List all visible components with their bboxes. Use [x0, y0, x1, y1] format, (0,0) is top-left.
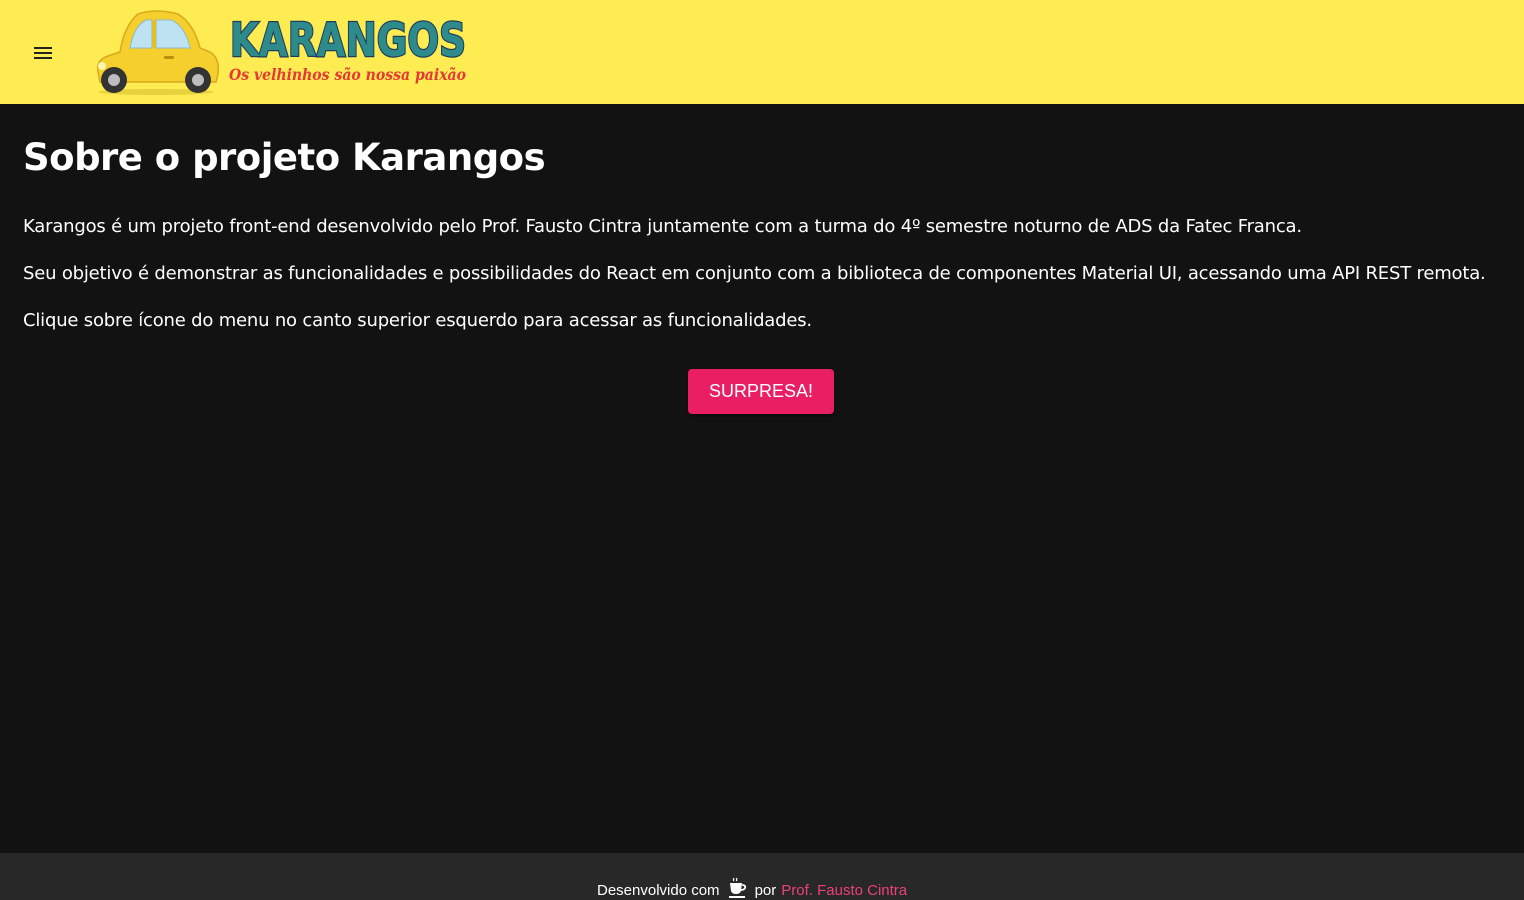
- footer-by: por: [754, 882, 777, 899]
- author-link[interactable]: Prof. Fausto Cintra: [781, 882, 907, 899]
- brand-text: KARANGOS: [230, 13, 466, 67]
- footer: Desenvolvido com por Prof. Fausto Cintra: [0, 853, 1524, 900]
- footer-prefix: Desenvolvido com: [597, 882, 720, 899]
- coffee-icon: [728, 877, 746, 898]
- menu-button[interactable]: [22, 32, 64, 74]
- objective-paragraph: Seu objetivo é demonstrar as funcionalid…: [23, 263, 1486, 284]
- tagline-text: Os velhinhos são nossa paixão: [229, 65, 466, 84]
- hamburger-menu-icon: [34, 47, 52, 59]
- karangos-logo[interactable]: KARANGOS Os velhinhos são nossa paixão: [94, 8, 470, 96]
- surprise-button[interactable]: SURPRESA!: [688, 369, 834, 414]
- description-paragraph: Karangos é um projeto front-end desenvol…: [23, 216, 1302, 237]
- page-title: Sobre o projeto Karangos: [23, 136, 546, 179]
- footer-credits: Desenvolvido com por Prof. Fausto Cintra: [597, 873, 907, 899]
- instruction-paragraph: Clique sobre ícone do menu no canto supe…: [23, 310, 812, 331]
- car-icon: [96, 10, 220, 95]
- app-bar: KARANGOS Os velhinhos são nossa paixão: [0, 0, 1524, 104]
